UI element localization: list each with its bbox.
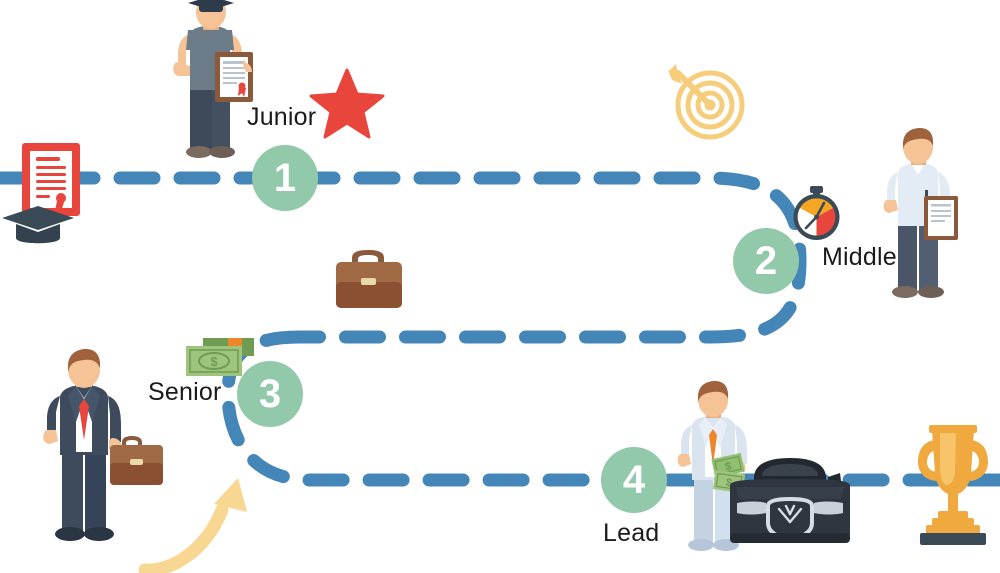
milestone-number-4: 4: [622, 458, 646, 502]
senior-businessman-figure: [43, 349, 163, 541]
luxury-car-icon: [730, 458, 850, 543]
milestone-number-1: 1: [273, 156, 297, 200]
milestone-number-3: 3: [258, 372, 282, 416]
stopwatch-icon: [793, 186, 840, 240]
red-star-icon: [309, 68, 385, 139]
roadmap-canvas: $ $ $ 1 2 3 4 Junior Middle Senior Lead: [0, 0, 1000, 573]
stage-label-lead: Lead: [603, 519, 660, 547]
milestone-number-2: 2: [754, 239, 778, 283]
dashed-journey-path: [0, 171, 1000, 487]
roadmap-illustration: $ $ $: [0, 0, 1000, 573]
stage-label-senior: Senior: [148, 378, 222, 406]
diploma-certificate-icon: [2, 143, 80, 244]
yellow-curved-arrow-icon: [138, 478, 247, 573]
stage-label-junior: Junior: [247, 103, 317, 131]
path-segment-top: [0, 171, 807, 344]
svg-text:$: $: [210, 354, 218, 369]
graduate-person-figure: [173, 0, 253, 158]
stage-label-middle: Middle: [822, 243, 897, 271]
briefcase-icon: [336, 250, 402, 308]
middle-person-figure: [883, 128, 958, 298]
target-dartboard-icon: [668, 64, 745, 140]
